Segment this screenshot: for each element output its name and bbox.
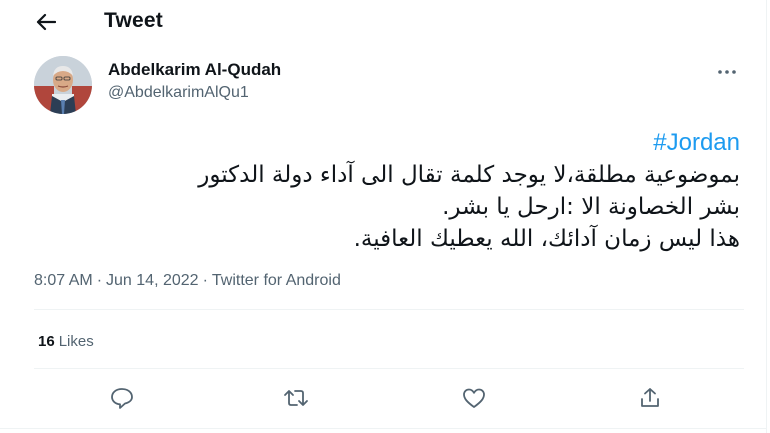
tweet-date[interactable]: Jun 14, 2022 (106, 272, 199, 289)
tweet-text: #Jordan بموضوعية مطلقة،لا يوجد كلمة تقال… (60, 127, 740, 255)
author-row: Abdelkarim Al-Qudah @AbdelkarimAlQu1 (0, 52, 766, 114)
hashtag-link[interactable]: #Jordan (653, 129, 740, 156)
reply-button[interactable] (107, 383, 137, 413)
back-button[interactable] (30, 8, 62, 36)
meta-separator: · (96, 272, 103, 289)
tweet-line: بموضوعية مطلقة،لا يوجد كلمة تقال الى آدا… (198, 162, 740, 188)
share-icon (641, 388, 659, 407)
divider (34, 309, 744, 310)
likes-link[interactable]: 16 Likes (38, 333, 94, 350)
retweet-icon (284, 390, 308, 406)
tweet-line: هذا ليس زمان آدائك، الله يعطيك العافية. (353, 226, 740, 252)
tweet-time[interactable]: 8:07 AM (34, 272, 93, 289)
more-dots-icon (718, 70, 736, 74)
share-button[interactable] (635, 383, 665, 413)
header: Tweet (0, 0, 766, 45)
tweet-meta: 8:07 AM · Jun 14, 2022 · Twitter for Android (34, 272, 341, 290)
more-options-button[interactable] (712, 60, 742, 84)
like-button[interactable] (459, 383, 489, 413)
reply-icon (111, 388, 133, 409)
author-display-name[interactable]: Abdelkarim Al-Qudah (108, 60, 281, 80)
meta-separator: · (202, 272, 208, 289)
likes-label: Likes (58, 333, 94, 350)
likes-count: 16 (38, 333, 55, 350)
arrow-left-icon (36, 13, 56, 31)
like-icon (463, 388, 485, 408)
retweet-button[interactable] (281, 383, 311, 413)
author-handle[interactable]: @AbdelkarimAlQu1 (108, 84, 249, 102)
avatar-image (34, 56, 92, 114)
action-bar (0, 383, 766, 413)
divider (34, 368, 744, 369)
tweet-page: Tweet Abdelkarim Al-Qudah @AbdelkarimAlQ… (0, 0, 767, 433)
divider (0, 428, 766, 429)
tweet-line: بشر الخصاونة الا :ارحل يا بشر. (442, 194, 740, 220)
header-title: Tweet (104, 9, 163, 32)
tweet-source[interactable]: Twitter for Android (212, 272, 341, 289)
avatar[interactable] (34, 56, 92, 114)
